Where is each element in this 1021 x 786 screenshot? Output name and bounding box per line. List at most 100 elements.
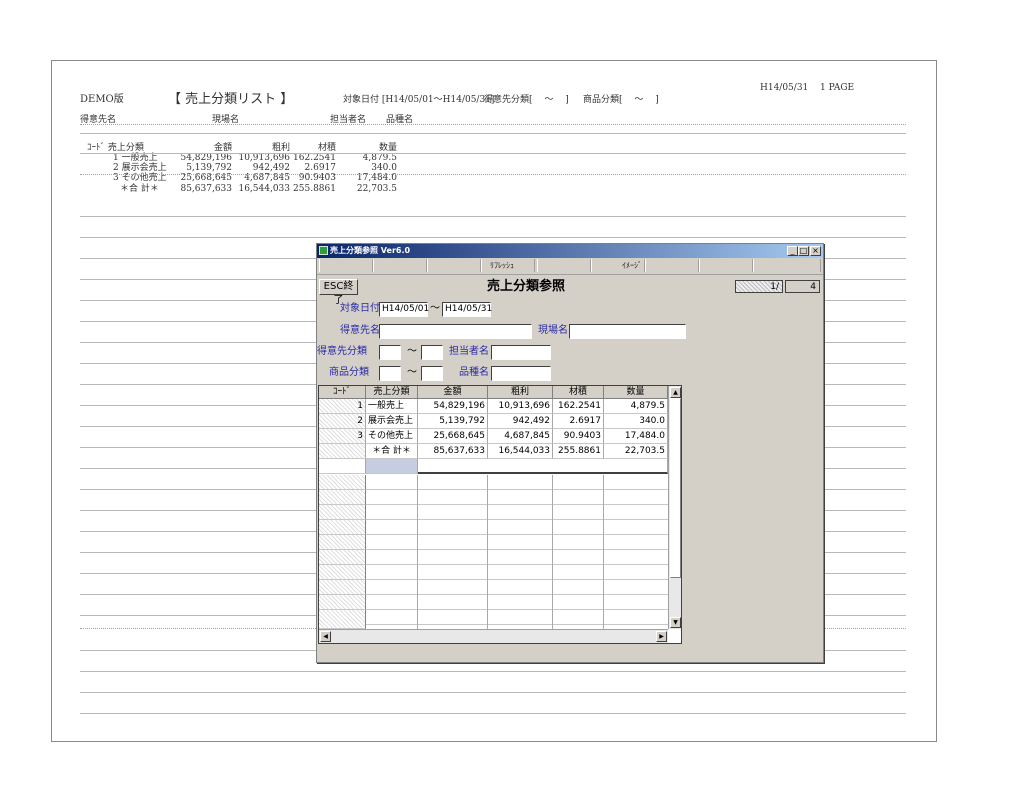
- report-row-name: 1 一般売上: [113, 153, 158, 163]
- scroll-left-icon[interactable]: ◀: [320, 631, 331, 642]
- fkey-slot-1[interactable]: [319, 259, 373, 272]
- app-icon: [319, 246, 328, 255]
- window-titlebar[interactable]: 売上分類参照 Ver6.0 _ □ ×: [317, 244, 823, 258]
- grid-cell-amount[interactable]: 25,668,645: [418, 429, 488, 444]
- close-icon[interactable]: ×: [810, 246, 821, 256]
- grid-cell-amount[interactable]: 54,829,196: [418, 399, 488, 414]
- grid-cell-profit[interactable]: 942,492: [488, 414, 553, 429]
- grid-cell-profit[interactable]: 10,913,696: [488, 399, 553, 414]
- grid-cell-qty[interactable]: 17,484.0: [604, 429, 668, 444]
- fkey-slot-5[interactable]: [537, 259, 591, 272]
- report-total-qty: 22,703.5: [356, 184, 397, 194]
- grid-cell[interactable]: [418, 459, 668, 474]
- grid-cell-volume[interactable]: 255.8861: [553, 444, 604, 459]
- grid-row-header[interactable]: [319, 490, 366, 505]
- prod-class-from-input[interactable]: [379, 366, 401, 381]
- grid-cell-class[interactable]: ＊合 計＊: [366, 444, 418, 459]
- result-grid[interactable]: ｺｰﾄﾞ 売上分類 金額 粗利 材積 数量 1 一般売上 54,829,196 …: [318, 385, 682, 644]
- grid-cell-qty[interactable]: 340.0: [604, 414, 668, 429]
- grid-col-line: [603, 475, 604, 629]
- report-total-profit: 16,544,033: [238, 184, 290, 194]
- grid-cell-selected[interactable]: [366, 459, 418, 474]
- grid-col-line: [552, 475, 553, 629]
- report-col-qty: 数量: [378, 143, 397, 153]
- grid-cell-class[interactable]: その他売上: [366, 429, 418, 444]
- customer-input[interactable]: [379, 324, 532, 339]
- scroll-down-icon[interactable]: ▼: [670, 617, 681, 628]
- grid-row-header[interactable]: [319, 550, 366, 565]
- grid-cell-amount[interactable]: 85,637,633: [418, 444, 488, 459]
- grid-row-header[interactable]: [319, 520, 366, 535]
- grid-header-class[interactable]: 売上分類: [366, 386, 418, 399]
- report-row-volume: 2.6917: [304, 163, 337, 173]
- image-button[interactable]: ｲﾒｰｼﾞ: [597, 259, 667, 272]
- site-input[interactable]: [569, 324, 686, 339]
- grid-row-header[interactable]: [319, 595, 366, 610]
- fkey-slot-8[interactable]: [699, 259, 753, 272]
- minimize-icon[interactable]: _: [787, 246, 798, 256]
- grid-row-header[interactable]: [319, 580, 366, 595]
- report-rule: [80, 237, 906, 238]
- date-from-input[interactable]: H14/05/01: [379, 302, 429, 317]
- cust-class-to-input[interactable]: [421, 345, 443, 360]
- grid-cell-code[interactable]: [319, 444, 366, 459]
- grid-header-volume[interactable]: 材積: [553, 386, 604, 399]
- grid-row-header[interactable]: [319, 610, 366, 629]
- grid-cell-qty[interactable]: 4,879.5: [604, 399, 668, 414]
- grid-header-qty[interactable]: 数量: [604, 386, 668, 399]
- grid-row-header[interactable]: [319, 535, 366, 550]
- grid-cell-code[interactable]: [319, 459, 366, 474]
- report-col-amount: 金額: [213, 143, 232, 153]
- report-col-volume: 材積: [317, 143, 336, 153]
- scroll-thumb[interactable]: [670, 398, 681, 578]
- grid-cell-code[interactable]: 2: [319, 414, 366, 429]
- grid-row-header[interactable]: [319, 565, 366, 580]
- report-rule: [80, 153, 906, 154]
- site-label: 現場名: [538, 325, 568, 336]
- grid-col-line: [487, 475, 488, 629]
- grid-row-header[interactable]: [319, 475, 366, 490]
- grid-cell-code[interactable]: 3: [319, 429, 366, 444]
- grid-cell-code[interactable]: 1: [319, 399, 366, 414]
- report-row-name: 2 展示会売上: [113, 163, 167, 173]
- item-input[interactable]: [491, 366, 551, 381]
- cust-class-tilde: ～: [407, 346, 417, 357]
- grid-header-amount[interactable]: 金額: [418, 386, 488, 399]
- date-to-input[interactable]: H14/05/31: [442, 302, 492, 317]
- prod-class-to-input[interactable]: [421, 366, 443, 381]
- grid-header-code[interactable]: ｺｰﾄﾞ: [319, 386, 366, 399]
- fkey-slot-2[interactable]: [373, 259, 427, 272]
- maximize-icon[interactable]: □: [798, 246, 809, 256]
- report-title: 【 売上分類リスト 】: [168, 92, 294, 107]
- grid-cell-class[interactable]: 展示会売上: [366, 414, 418, 429]
- vertical-scrollbar[interactable]: ▲ ▼: [668, 386, 681, 629]
- report-rule: [80, 692, 906, 693]
- esc-exit-button[interactable]: ESC終了: [319, 279, 358, 306]
- horizontal-scrollbar[interactable]: ◀ ▶: [319, 629, 668, 643]
- grid-cell-profit[interactable]: 16,544,033: [488, 444, 553, 459]
- dialog-heading: 売上分類参照: [487, 279, 566, 294]
- demo-label: DEMO版: [80, 94, 124, 105]
- grid-cell-amount[interactable]: 5,139,792: [418, 414, 488, 429]
- report-rule: [80, 133, 906, 134]
- grid-empty-rows[interactable]: [366, 475, 668, 629]
- refresh-button[interactable]: ﾘﾌﾚｯｼｭ: [467, 259, 537, 272]
- scroll-right-icon[interactable]: ▶: [656, 631, 667, 642]
- fkey-slot-9[interactable]: [753, 259, 821, 272]
- scroll-up-icon[interactable]: ▲: [670, 387, 681, 398]
- grid-cell-qty[interactable]: 22,703.5: [604, 444, 668, 459]
- staff-input[interactable]: [491, 345, 551, 360]
- grid-cell-volume[interactable]: 2.6917: [553, 414, 604, 429]
- customer-label: 得意先名: [340, 325, 380, 336]
- report-rule: [80, 216, 906, 217]
- grid-cell-volume[interactable]: 90.9403: [553, 429, 604, 444]
- grid-row-header[interactable]: [319, 505, 366, 520]
- grid-header-profit[interactable]: 粗利: [488, 386, 553, 399]
- grid-cell-profit[interactable]: 4,687,845: [488, 429, 553, 444]
- report-prod-class: 商品分類[ ～ ]: [583, 95, 659, 105]
- window-title: 売上分類参照 Ver6.0: [330, 246, 411, 255]
- report-col-code-class: ｺｰﾄﾞ 売上分類: [87, 143, 144, 153]
- cust-class-from-input[interactable]: [379, 345, 401, 360]
- grid-cell-class[interactable]: 一般売上: [366, 399, 418, 414]
- grid-cell-volume[interactable]: 162.2541: [553, 399, 604, 414]
